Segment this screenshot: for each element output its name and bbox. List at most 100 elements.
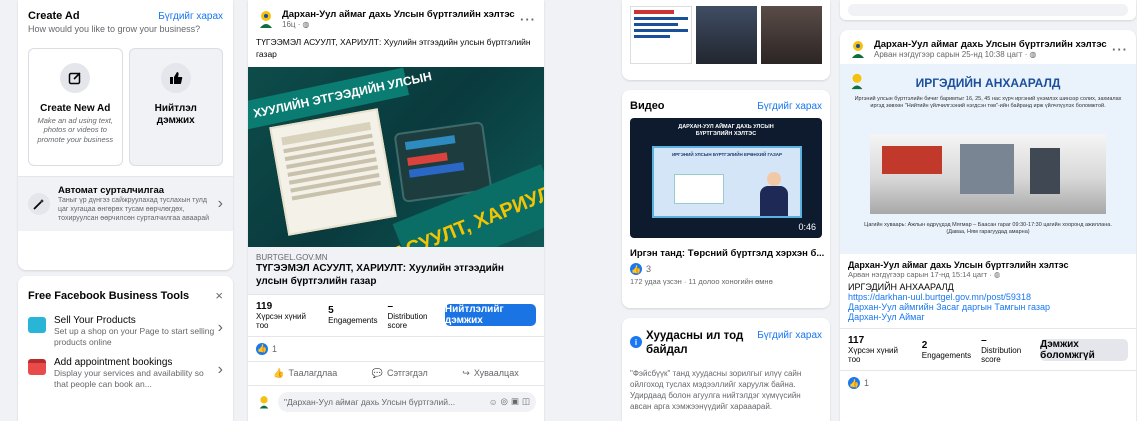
post-page-name[interactable]: Дархан-Уул аймаг дахь Улсын бүртгэлийн х…	[874, 39, 1112, 50]
see-all-link[interactable]: Бүгдийг харах	[757, 330, 822, 341]
shared-page-name[interactable]: Дархан-Уул аймаг дахь Улсын бүртгэлийн х…	[848, 260, 1128, 270]
comment-input[interactable]: "Дархан-Уул аймаг дахь Улсын бүртгэлий..…	[278, 391, 536, 412]
video-views: 172 удаа үзсэн · 11 долоо хоногийн өмнө	[630, 277, 773, 286]
more-icon[interactable]: ···	[1112, 42, 1128, 57]
link-preview[interactable]: BURTGEL.GOV.MN ТҮГЭЭМЭЛ АСУУЛТ, ХАРИУЛТ:…	[248, 246, 544, 295]
globe-icon: ◍	[1029, 50, 1037, 59]
post-time[interactable]: 16ц ·	[282, 20, 300, 29]
create-new-ad-option[interactable]: Create New Ad Make an ad using text, pho…	[28, 48, 123, 166]
stat-engagements: 2 Engagements	[922, 340, 971, 360]
tools-title: Free Facebook Business Tools	[28, 289, 190, 302]
like-reaction-icon: 👍	[256, 342, 268, 355]
tool-item-title: Sell Your Products	[54, 315, 136, 326]
post-image[interactable]: ХУУЛИЙН ЭТГЭЭДИЙН УЛСЫН АСУУЛТ, ХАРИУЛТ	[248, 66, 544, 247]
video-thumb-title: ДАРХАН-УУЛ АЙМАГ ДАХЬ УЛСЫН БҮРТГЭЛИЙН Х…	[678, 124, 774, 137]
video-thumbnail[interactable]: ДАРХАН-УУЛ АЙМАГ ДАХЬ УЛСЫН БҮРТГЭЛИЙН Х…	[630, 118, 822, 238]
boost-post-button[interactable]: Нийтлэлийг дэмжих	[444, 304, 536, 327]
stat-value: –	[981, 335, 987, 346]
transparency-text: "Фэйсбүүк" танд хуудасны зорилгыг илүү с…	[630, 368, 802, 412]
boost-unavailable-button[interactable]: Дэмжих боломжгүй	[1040, 338, 1129, 361]
create-new-ad-desc: Make an ad using text, photos or videos …	[37, 116, 114, 144]
video-duration: 0:46	[798, 222, 816, 232]
sticker-icon[interactable]: ◫	[522, 396, 530, 407]
create-ad-card: Create Ad Бүгдийг харах How would you li…	[18, 0, 233, 270]
camera-icon[interactable]: ◎	[501, 396, 508, 407]
chevron-right-icon: ›	[217, 319, 223, 336]
calendar-icon	[28, 359, 46, 376]
comment-button[interactable]: 💬 Сэтгэгдэл	[372, 368, 428, 379]
tool-item[interactable]: Add appointment bookings Display your se…	[18, 353, 233, 393]
share-button[interactable]: ↪ Хуваалцах	[462, 368, 518, 379]
automated-ads-item[interactable]: Автомат сурталчилгаа Таныг үр дүнгээ сай…	[18, 176, 233, 232]
image-body-text: Иргэний улсын бүртгэлийн бичиг баримтыг …	[854, 96, 1122, 110]
create-ad-subtitle: How would you like to grow your business…	[28, 24, 201, 34]
globe-icon: ◍	[302, 20, 310, 29]
edit-icon	[60, 63, 91, 93]
video-reaction-count[interactable]: 3	[646, 264, 651, 274]
shared-url[interactable]: https://darkhan-uul.burtgel.gov.mn/post/…	[848, 292, 1128, 302]
image-photo	[870, 134, 1106, 214]
tool-item[interactable]: Sell Your Products Set up a shop on your…	[18, 309, 233, 353]
shop-icon	[28, 317, 46, 333]
image-hours: Цагийн хуваарь: Ажлын өдрүүдэд Мягмар – …	[864, 222, 1112, 236]
create-ad-title: Create Ad	[28, 10, 80, 22]
tool-item-desc: Set up a shop on your Page to start sell…	[54, 326, 215, 347]
globe-icon: ◍	[993, 270, 1001, 279]
stat-label: Distribution score	[387, 311, 428, 330]
chevron-right-icon: ›	[217, 361, 223, 379]
reaction-count[interactable]: 1	[864, 378, 869, 388]
share-label: Хуваалцах	[473, 368, 519, 379]
page-logo	[848, 38, 868, 60]
boost-post-title: Нийтлэл дэмжих	[154, 103, 197, 126]
emoji-icon[interactable]: ☺	[489, 397, 498, 407]
shared-time[interactable]: Арван нэгдүгээр сарын 17-нд 15:14 цагт ·	[848, 270, 992, 279]
stat-distribution: – Distribution score	[981, 335, 1040, 364]
photo-thumbnail[interactable]	[630, 6, 692, 64]
video-thumb-subtitle: ИРГЭНИЙ УЛСЫН БҮРТГЭЛИЙН ЕРӨНХИЙ ГАЗАР	[671, 152, 783, 157]
post-card: Дархан-Уул аймаг дахь Улсын бүртгэлийн х…	[840, 30, 1136, 421]
stat-reach: 119 Хүрсэн хүний тоо	[256, 301, 316, 330]
photo-thumbnail[interactable]	[695, 6, 757, 64]
like-button[interactable]: 👍 Таалагдлаа	[273, 368, 337, 379]
boost-post-option[interactable]: Нийтлэл дэмжих	[128, 48, 223, 166]
photo-thumbnail[interactable]	[760, 6, 822, 64]
video-caption[interactable]: Иргэн танд: Төрсний бүртгэлд хэрхэн б...	[622, 238, 830, 261]
photos-card	[622, 0, 830, 80]
image-banner-text: ХУУЛИЙН ЭТГЭЭДИЙН УЛСЫН	[252, 68, 433, 121]
see-all-link[interactable]: Бүгдийг харах	[757, 101, 822, 112]
transparency-title: Хуудасны ил тод байдал	[646, 330, 744, 356]
post-text: ТҮГЭЭМЭЛ АСУУЛТ, ХАРИУЛТ: Хуулийн этгээд…	[256, 37, 531, 60]
post-page-name[interactable]: Дархан-Уул аймаг дахь Улсын бүртгэлийн х…	[282, 9, 520, 20]
gif-icon[interactable]: ▣	[511, 396, 519, 407]
stat-value: 119	[256, 300, 273, 312]
link-title: ТҮГЭЭМЭЛ АСУУЛТ, ХАРИУЛТ: Хуулийн этгээд…	[256, 262, 504, 287]
magic-wand-icon	[28, 193, 50, 216]
chevron-right-icon: ›	[217, 195, 223, 213]
comment-label: Сэтгэгдэл	[386, 368, 428, 379]
business-tools-card: Free Facebook Business Tools × Sell Your…	[18, 276, 233, 421]
shared-title: ИРГЭДИЙН АНХААРАЛД	[848, 282, 954, 292]
stat-value: –	[387, 300, 394, 312]
stat-reach: 117 Хүрсэн хүний тоо	[848, 335, 910, 364]
stat-label: Engagements	[328, 316, 378, 326]
more-icon[interactable]: ···	[520, 12, 536, 27]
video-card: Видео Бүгдийг харах ДАРХАН-УУЛ АЙМАГ ДАХ…	[622, 90, 830, 308]
see-all-link[interactable]: Бүгдийг харах	[158, 11, 223, 22]
stat-value: 117	[848, 335, 865, 346]
commenter-avatar	[256, 394, 272, 410]
post-time[interactable]: Арван нэгдүгээр сарын 25-нд 10:38 цагт ·	[874, 50, 1027, 59]
mention-link[interactable]: Дархан-Уул аймгийн Засаг даргын Тамгын г…	[848, 302, 1128, 312]
close-icon[interactable]: ×	[215, 288, 223, 303]
shared-post[interactable]: Дархан-Уул аймаг дахь Улсын бүртгэлийн х…	[840, 254, 1136, 329]
mention-link[interactable]: Дархан-Уул Аймаг	[848, 312, 1128, 322]
reaction-count[interactable]: 1	[272, 344, 277, 354]
video-section-title: Видео	[630, 100, 665, 112]
page-logo	[256, 8, 276, 30]
info-icon: i	[630, 336, 642, 348]
stat-engagements: 5 Engagements	[328, 305, 377, 325]
post-image[interactable]: ИРГЭДИЙН АНХААРАЛД Иргэний улсын бүртгэл…	[840, 64, 1136, 254]
comment-placeholder: "Дархан-Уул аймаг дахь Улсын бүртгэлий..…	[284, 396, 456, 407]
post-card: Дархан-Уул аймаг дахь Улсын бүртгэлийн х…	[248, 0, 544, 421]
automated-ads-title: Автомат сурталчилгаа	[58, 185, 165, 196]
like-reaction-icon: 👍	[848, 377, 860, 389]
